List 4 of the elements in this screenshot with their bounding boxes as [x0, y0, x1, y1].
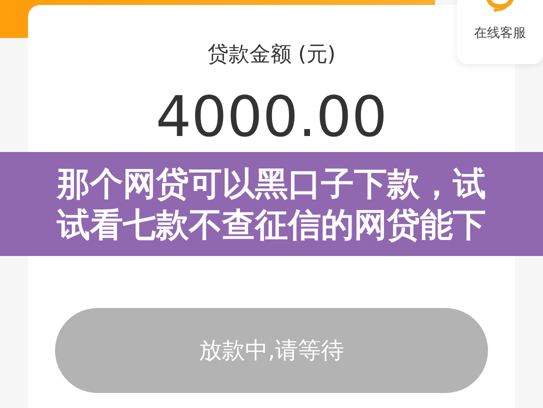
- loan-amount-label: 贷款金额 (元): [207, 41, 336, 68]
- article-title: 那个网贷可以黑口子下款，试试看七款不查征信的网贷能下: [57, 162, 486, 246]
- customer-service-button[interactable]: 在线客服: [457, 0, 543, 64]
- loan-amount: 4000.00: [156, 90, 388, 146]
